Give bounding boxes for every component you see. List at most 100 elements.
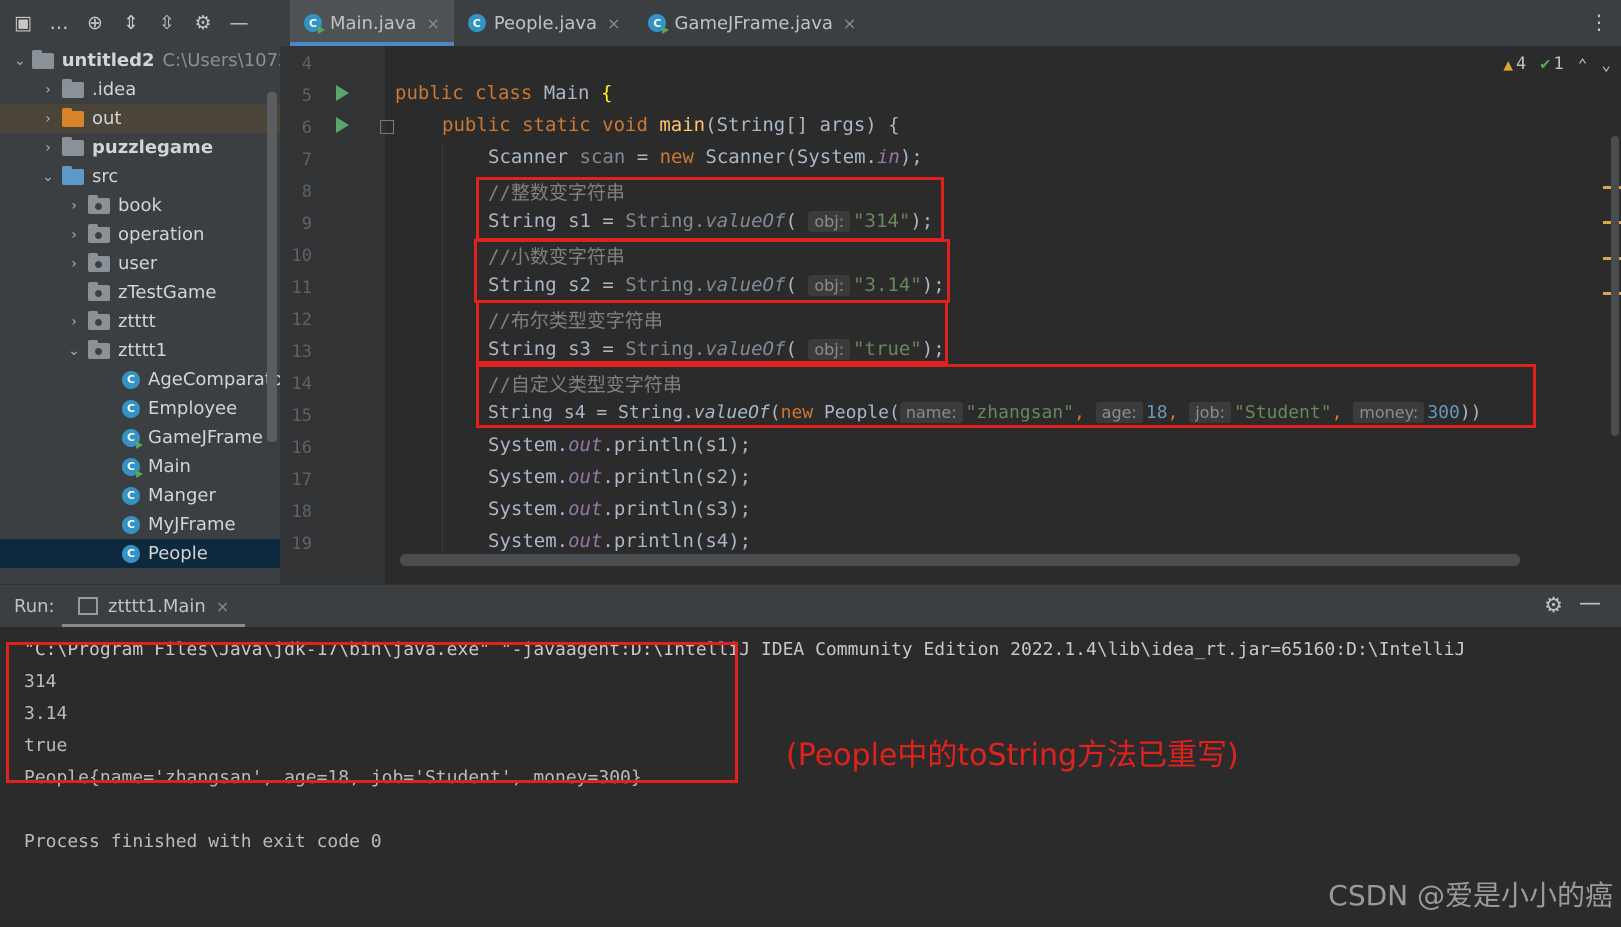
editor-vertical-scrollbar[interactable] xyxy=(1611,136,1619,436)
tab-people-java[interactable]: C People.java × xyxy=(454,0,635,46)
expand-all-icon[interactable]: ⇕ xyxy=(118,10,144,36)
tree-label: book xyxy=(118,195,162,216)
code-editor[interactable]: 4 5 6 7 8 9 10 11 12 13 14 15 16 17 18 1… xyxy=(280,46,1621,584)
tree-label: zTestGame xyxy=(118,282,217,303)
tab-gamejframe-java[interactable]: C GameJFrame.java × xyxy=(634,0,870,46)
fold-icon[interactable] xyxy=(380,120,394,134)
top-bar: ▣ … ⊕ ⇕ ⇳ ⚙ — C Main.java × C People.jav… xyxy=(0,0,1621,47)
inspection-widget[interactable]: ▲ 4 ✔ 1 ⌃ ⌄ xyxy=(1503,54,1611,74)
chevron-up-icon[interactable]: ⌃ xyxy=(1578,55,1588,74)
chevron-down-icon[interactable]: ⌄ xyxy=(14,53,26,69)
tree-label: ztttt1 xyxy=(118,340,168,361)
line-number: 9 xyxy=(301,214,312,234)
tree-item-out[interactable]: › out xyxy=(0,104,280,133)
line-number: 13 xyxy=(291,342,312,362)
chevron-down-icon[interactable]: ⌄ xyxy=(1601,55,1611,74)
close-icon[interactable]: × xyxy=(607,14,620,33)
project-panel: ⌄ untitled2 C:\Users\10720 › .idea › out… xyxy=(0,46,280,584)
project-path: C:\Users\10720 xyxy=(162,50,280,71)
highlight-box-s1 xyxy=(476,177,944,241)
locate-icon[interactable]: ⊕ xyxy=(82,10,108,36)
tree-item-people[interactable]: C People xyxy=(0,539,280,568)
project-view-icon[interactable]: ▣ xyxy=(10,10,36,36)
folder-icon xyxy=(62,107,84,127)
tree-label: AgeComparator xyxy=(148,369,280,390)
tree-label: MyJFrame xyxy=(148,514,236,535)
chevron-right-icon[interactable]: › xyxy=(66,256,82,272)
project-toolbar: ▣ … ⊕ ⇕ ⇳ ⚙ — xyxy=(0,0,290,46)
tree-item-ztttt[interactable]: › ztttt xyxy=(0,307,280,336)
java-class-icon: C xyxy=(122,457,143,478)
module-folder-icon xyxy=(31,49,54,69)
tree-item-untitled2[interactable]: ⌄ untitled2 C:\Users\10720 xyxy=(0,46,280,75)
tree-label: ztttt xyxy=(118,311,156,332)
hide-panel-icon[interactable]: — xyxy=(1579,591,1601,616)
line-number: 11 xyxy=(291,278,312,298)
line-number: 15 xyxy=(291,406,312,426)
line-number: 7 xyxy=(301,150,312,170)
close-icon[interactable]: × xyxy=(426,14,439,33)
chevron-down-icon[interactable]: ⌄ xyxy=(66,343,82,359)
close-icon[interactable]: × xyxy=(843,14,856,33)
package-icon xyxy=(88,339,110,359)
source-folder-icon xyxy=(62,165,84,185)
tree-item-ztttt1[interactable]: ⌄ ztttt1 xyxy=(0,336,280,365)
highlight-box-s2 xyxy=(474,239,950,303)
gear-icon[interactable]: ⚙ xyxy=(1544,593,1563,617)
tree-item-gamejframe[interactable]: C GameJFrame xyxy=(0,423,280,452)
code-line-5: public class Main { xyxy=(395,82,613,104)
code-line-7: Scanner scan = new Scanner(System.in); xyxy=(488,146,923,168)
more-vertical-icon[interactable]: ⋮ xyxy=(1589,10,1609,34)
tree-item-user[interactable]: › user xyxy=(0,249,280,278)
run-class-icon[interactable] xyxy=(336,85,349,101)
tree-item-puzzlegame[interactable]: › puzzlegame xyxy=(0,133,280,162)
tree-item-agecomparator[interactable]: C AgeComparator xyxy=(0,365,280,394)
tree-item-ztestgame[interactable]: zTestGame xyxy=(0,278,280,307)
tree-item-main[interactable]: C Main xyxy=(0,452,280,481)
tree-item-book[interactable]: › book xyxy=(0,191,280,220)
close-icon[interactable]: × xyxy=(216,597,229,616)
chevron-down-icon[interactable]: ⌄ xyxy=(40,169,56,185)
more-icon[interactable]: … xyxy=(46,10,72,36)
editor-horizontal-scrollbar[interactable] xyxy=(400,554,1520,566)
chevron-right-icon[interactable]: › xyxy=(66,227,82,243)
tree-item-manger[interactable]: C Manger xyxy=(0,481,280,510)
line-number: 19 xyxy=(291,534,312,554)
tree-item-idea[interactable]: › .idea xyxy=(0,75,280,104)
chevron-right-icon[interactable]: › xyxy=(66,314,82,330)
tree-label: GameJFrame xyxy=(148,427,263,448)
package-icon xyxy=(88,194,110,214)
project-scrollbar[interactable] xyxy=(267,92,277,442)
gear-icon[interactable]: ⚙ xyxy=(190,10,216,36)
java-class-icon: C xyxy=(122,428,143,449)
tree-label: src xyxy=(92,166,119,187)
tree-item-src[interactable]: ⌄ src xyxy=(0,162,280,191)
line-number: 8 xyxy=(301,182,312,202)
tree-label: Main xyxy=(148,456,191,477)
chevron-right-icon[interactable]: › xyxy=(40,140,56,156)
java-class-icon: C xyxy=(122,486,140,505)
chevron-right-icon[interactable]: › xyxy=(40,82,56,98)
line-number: 10 xyxy=(291,246,312,266)
java-class-icon: C xyxy=(648,14,670,34)
run-main-icon[interactable] xyxy=(336,117,349,133)
line-number: 4 xyxy=(301,54,312,74)
annotation-text: (People中的toString方法已重写) xyxy=(786,738,1239,773)
hide-panel-icon[interactable]: — xyxy=(226,10,252,36)
line-number: 6 xyxy=(301,118,312,138)
tree-label: Employee xyxy=(148,398,238,419)
chevron-right-icon[interactable]: › xyxy=(40,111,56,127)
check-icon: ✔ xyxy=(1540,54,1551,74)
tree-label: .idea xyxy=(92,79,137,100)
tree-item-myjframe[interactable]: C MyJFrame xyxy=(0,510,280,539)
warning-count: 4 xyxy=(1515,54,1527,74)
watermark: CSDN @爱是小小的癌 xyxy=(1328,879,1613,912)
highlight-box-output xyxy=(6,642,738,783)
tree-item-operation[interactable]: › operation xyxy=(0,220,280,249)
tree-item-employee[interactable]: C Employee xyxy=(0,394,280,423)
tab-main-java[interactable]: C Main.java × xyxy=(290,0,454,46)
run-config-tab[interactable]: ztttt1.Main × xyxy=(62,585,246,627)
tab-label: People.java xyxy=(493,12,598,34)
chevron-right-icon[interactable]: › xyxy=(66,198,82,214)
collapse-all-icon[interactable]: ⇳ xyxy=(154,10,180,36)
